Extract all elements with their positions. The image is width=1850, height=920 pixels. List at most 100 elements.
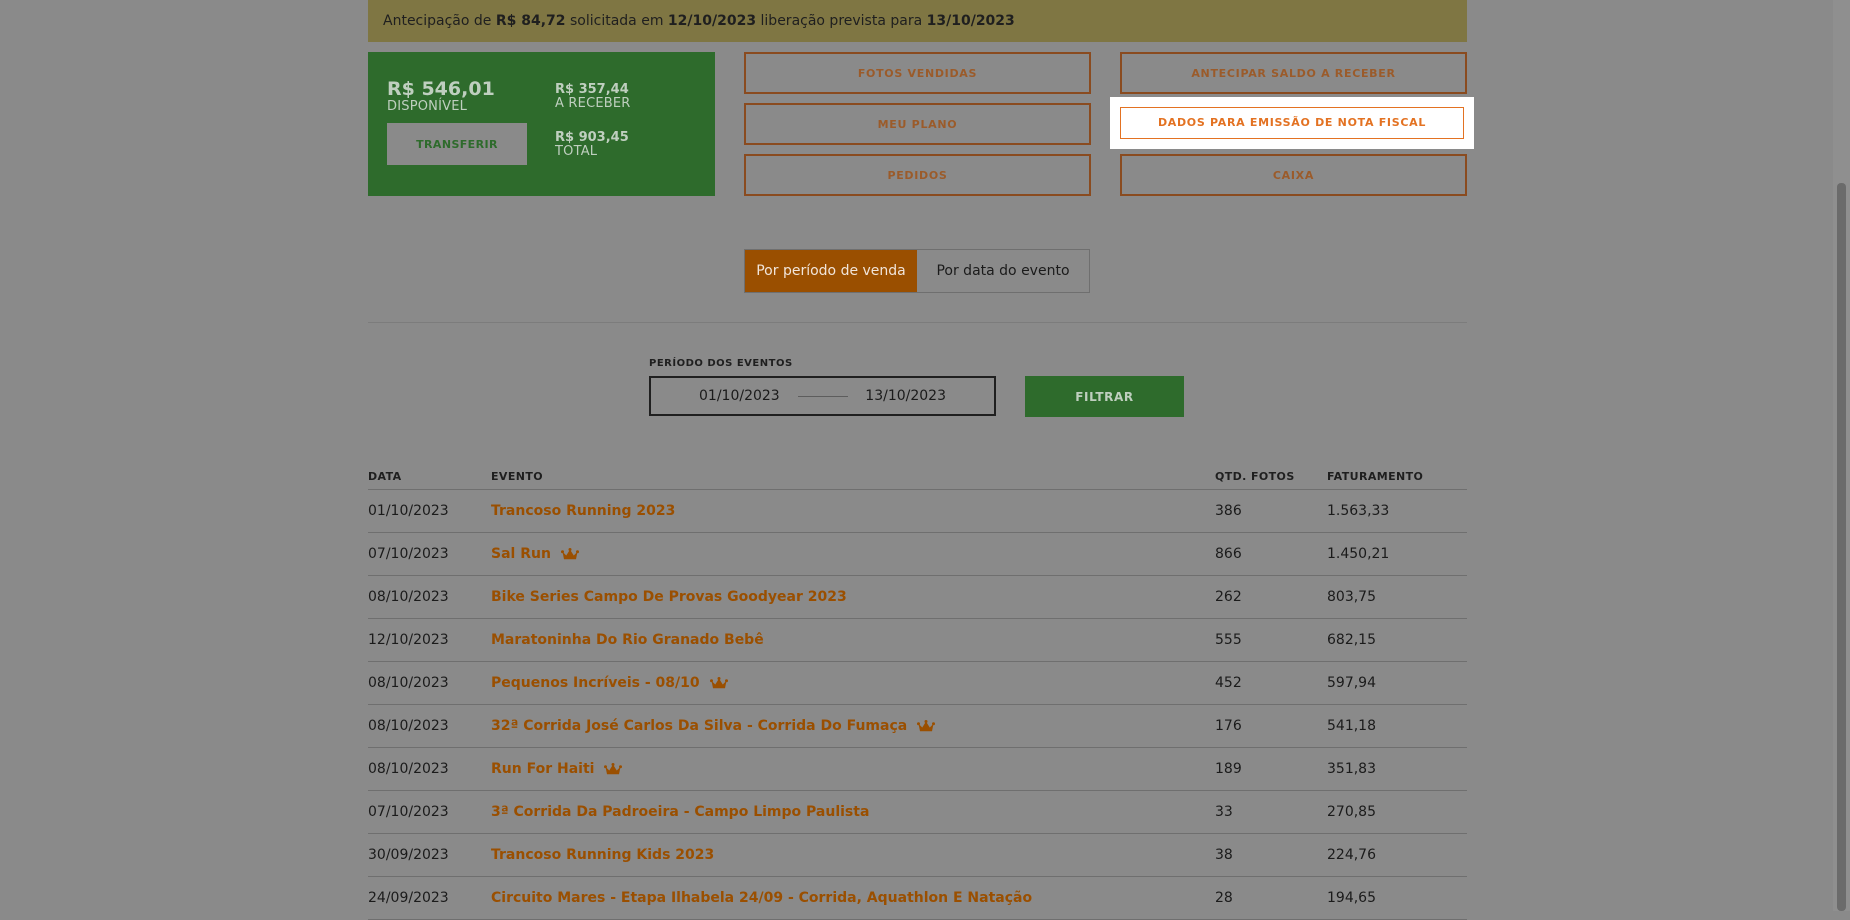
row-event-cell: 3ª Corrida Da Padroeira - Campo Limpo Pa…: [491, 790, 1215, 834]
balance-card: R$ 546,01 DISPONÍVEL TRANSFERIR R$ 357,4…: [368, 52, 715, 196]
table-row[interactable]: 07/10/2023 3ª Corrida Da Padroeira - Camp…: [368, 790, 1467, 834]
row-qty: 189: [1215, 747, 1327, 791]
transfer-button[interactable]: TRANSFERIR: [387, 123, 527, 165]
table-row[interactable]: 08/10/2023 32ª Corrida José Carlos Da Sil…: [368, 704, 1467, 748]
event-link[interactable]: Trancoso Running 2023: [491, 503, 675, 519]
event-name: Run For Haiti: [491, 761, 595, 777]
notice-date: 12/10/2023: [667, 13, 757, 29]
events-period-label: PERÍODO DOS EVENTOS: [649, 358, 793, 369]
table-row[interactable]: 24/09/2023 Circuito Mares - Etapa Ilhabel…: [368, 876, 1467, 920]
event-link[interactable]: 3ª Corrida Da Padroeira - Campo Limpo Pa…: [491, 804, 869, 820]
header-date: DATA: [368, 463, 491, 490]
row-event-cell: Bike Series Campo De Provas Goodyear 202…: [491, 575, 1215, 619]
row-qty: 555: [1215, 618, 1327, 662]
table-row[interactable]: 30/09/2023 Trancoso Running Kids 2023 38 22…: [368, 833, 1467, 877]
row-qty: 176: [1215, 704, 1327, 748]
row-revenue: 597,94: [1327, 661, 1467, 705]
row-date: 12/10/2023: [368, 618, 491, 662]
page-overlay: Antecipação de R$ 84,72 solicitada em 12…: [0, 0, 1850, 920]
total-label: TOTAL: [555, 144, 598, 159]
crown-icon: [604, 763, 623, 775]
row-date: 07/10/2023: [368, 790, 491, 834]
table-row[interactable]: 07/10/2023 Sal Run 866 1.450,21: [368, 532, 1467, 576]
section-divider: [368, 322, 1467, 323]
event-link[interactable]: Sal Run: [491, 546, 579, 562]
row-event-cell: Pequenos Incríveis - 08/10: [491, 661, 1215, 705]
table-row[interactable]: 12/10/2023 Maratoninha Do Rio Granado Beb…: [368, 618, 1467, 662]
header-revenue: FATURAMENTO: [1327, 463, 1467, 490]
scrollbar-thumb[interactable]: [1837, 183, 1846, 911]
start-date[interactable]: 01/10/2023: [699, 388, 780, 404]
event-name: Circuito Mares - Etapa Ilhabela 24/09 - …: [491, 890, 1033, 906]
row-revenue: 194,65: [1327, 876, 1467, 920]
row-date: 08/10/2023: [368, 575, 491, 619]
row-revenue: 682,15: [1327, 618, 1467, 662]
date-range-input[interactable]: 01/10/2023 13/10/2023: [649, 376, 996, 416]
crown-icon: [709, 677, 728, 689]
row-qty: 866: [1215, 532, 1327, 576]
event-name: Maratoninha Do Rio Granado Bebê: [491, 632, 764, 648]
toggle-event-date[interactable]: Por data do evento: [917, 250, 1089, 292]
row-event-cell: Trancoso Running 2023: [491, 489, 1215, 533]
cashbox-button[interactable]: CAIXA: [1120, 154, 1467, 196]
invoice-data-button[interactable]: DADOS PARA EMISSÃO DE NOTA FISCAL: [1110, 97, 1474, 149]
row-revenue: 541,18: [1327, 704, 1467, 748]
notice-amount: R$ 84,72: [495, 13, 566, 29]
event-link[interactable]: Maratoninha Do Rio Granado Bebê: [491, 632, 764, 648]
advance-balance-button[interactable]: ANTECIPAR SALDO A RECEBER: [1120, 52, 1467, 94]
notice-prefix: Antecipação de: [383, 13, 496, 29]
row-date: 01/10/2023: [368, 489, 491, 533]
end-date[interactable]: 13/10/2023: [865, 388, 946, 404]
header-qty: QTD. FOTOS: [1215, 463, 1327, 490]
event-link[interactable]: 32ª Corrida José Carlos Da Silva - Corri…: [491, 718, 936, 734]
table-row[interactable]: 01/10/2023 Trancoso Running 2023 386 1.563,…: [368, 489, 1467, 533]
event-name: Trancoso Running Kids 2023: [491, 847, 715, 863]
orders-button[interactable]: PEDIDOS: [744, 154, 1091, 196]
row-event-cell: Trancoso Running Kids 2023: [491, 833, 1215, 877]
row-event-cell: 32ª Corrida José Carlos Da Silva - Corri…: [491, 704, 1215, 748]
crown-icon: [917, 720, 936, 732]
my-plan-button[interactable]: MEU PLANO: [744, 103, 1091, 145]
event-link[interactable]: Circuito Mares - Etapa Ilhabela 24/09 - …: [491, 890, 1032, 906]
notice-release-date: 13/10/2023: [926, 13, 1015, 29]
event-name: 3ª Corrida Da Padroeira - Campo Limpo Pa…: [491, 804, 870, 820]
table-row[interactable]: 08/10/2023 Bike Series Campo De Provas Go…: [368, 575, 1467, 619]
period-toggle: Por período de venda Por data do evento: [744, 249, 1090, 293]
event-name: Trancoso Running 2023: [491, 503, 676, 519]
row-qty: 262: [1215, 575, 1327, 619]
event-name: Sal Run: [491, 546, 551, 562]
row-date: 08/10/2023: [368, 704, 491, 748]
row-event-cell: Circuito Mares - Etapa Ilhabela 24/09 - …: [491, 876, 1215, 920]
row-revenue: 1.563,33: [1327, 489, 1467, 533]
row-revenue: 1.450,21: [1327, 532, 1467, 576]
row-revenue: 270,85: [1327, 790, 1467, 834]
row-date: 07/10/2023: [368, 532, 491, 576]
toggle-sale-period[interactable]: Por período de venda: [745, 250, 917, 292]
date-range-separator: [797, 395, 848, 397]
available-label: DISPONÍVEL: [387, 99, 468, 114]
filter-button[interactable]: FILTRAR: [1025, 376, 1184, 417]
table-row[interactable]: 08/10/2023 Pequenos Incríveis - 08/10 452 5…: [368, 661, 1467, 705]
row-event-cell: Run For Haiti: [491, 747, 1215, 791]
row-qty: 28: [1215, 876, 1327, 920]
row-date: 24/09/2023: [368, 876, 491, 920]
receivable-label: A RECEBER: [555, 96, 631, 111]
table-row[interactable]: 08/10/2023 Run For Haiti 189 351,83: [368, 747, 1467, 791]
advance-notice-banner: Antecipação de R$ 84,72 solicitada em 12…: [368, 0, 1467, 42]
total-amount: R$ 903,45: [555, 130, 629, 145]
header-event: EVENTO: [491, 463, 1215, 490]
row-revenue: 351,83: [1327, 747, 1467, 791]
event-link[interactable]: Run For Haiti: [491, 761, 623, 777]
row-date: 08/10/2023: [368, 747, 491, 791]
event-link[interactable]: Bike Series Campo De Provas Goodyear 202…: [491, 589, 847, 605]
table-body: 01/10/2023 Trancoso Running 2023 386 1.563,…: [368, 489, 1467, 920]
event-link[interactable]: Pequenos Incríveis - 08/10: [491, 675, 728, 691]
receivable-amount: R$ 357,44: [555, 82, 629, 97]
sold-photos-button[interactable]: FOTOS VENDIDAS: [744, 52, 1091, 94]
row-revenue: 803,75: [1327, 575, 1467, 619]
row-qty: 33: [1215, 790, 1327, 834]
event-link[interactable]: Trancoso Running Kids 2023: [491, 847, 714, 863]
row-date: 30/09/2023: [368, 833, 491, 877]
row-revenue: 224,76: [1327, 833, 1467, 877]
row-qty: 38: [1215, 833, 1327, 877]
